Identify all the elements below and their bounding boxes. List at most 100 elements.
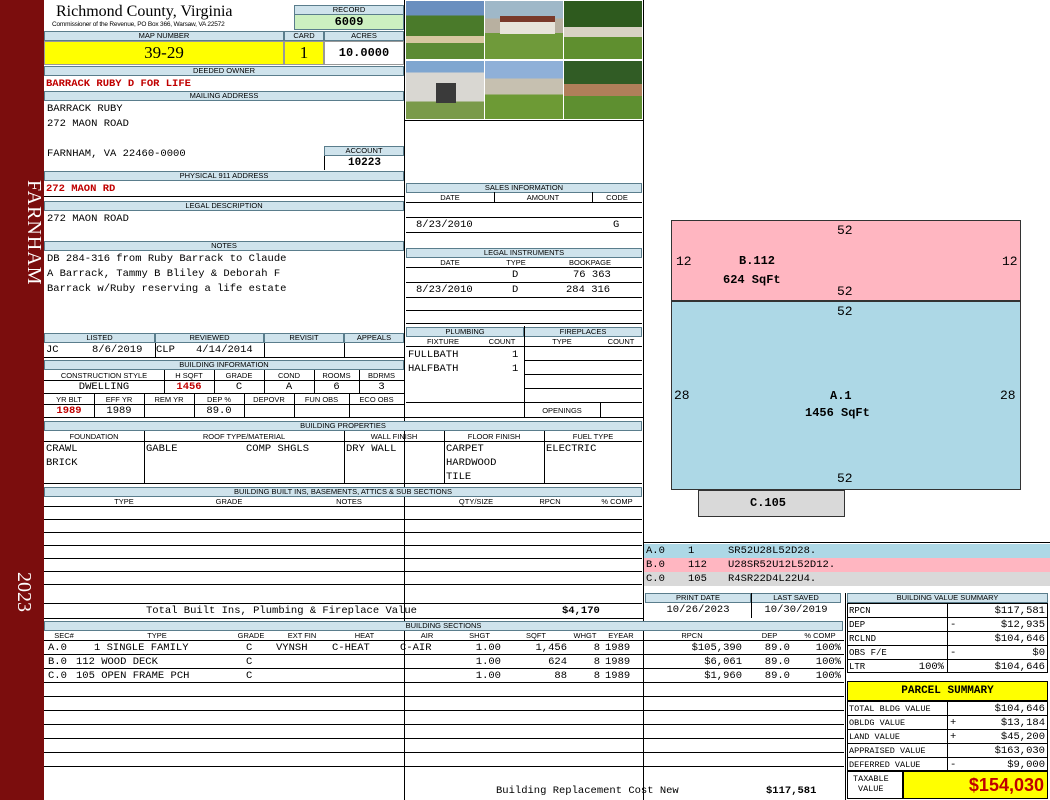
ps-tbv: $104,646: [994, 703, 1045, 715]
plumb-row1-count: 1: [512, 349, 519, 361]
built-ins-label: BUILDING BUILT INS, BASEMENTS, ATTICS & …: [44, 487, 642, 497]
sidebar: [0, 0, 44, 800]
legend-c-id: C.0: [646, 573, 665, 585]
props-col-foundation: FOUNDATION: [69, 432, 119, 441]
record-label: RECORD: [294, 5, 404, 15]
sec-col-heat: HEAT: [354, 631, 375, 640]
row-c-comp: 100%: [815, 670, 841, 682]
bvs-ltr: $104,646: [994, 661, 1045, 673]
row-b-type: 112 WOOD DECK: [76, 656, 158, 668]
row-b-comp: 100%: [815, 656, 841, 668]
row-b-shgt: 1.00: [475, 656, 501, 668]
reviewed-label: REVIEWED: [155, 333, 264, 343]
legal-description-label: LEGAL DESCRIPTION: [44, 201, 404, 211]
col-ecoobs: ECO OBS: [359, 395, 394, 404]
yr-built: 1989: [56, 405, 82, 417]
plumb-col-fixture: FIXTURE: [426, 337, 460, 346]
legend-a-num: 1: [688, 545, 695, 557]
card-label: CARD: [284, 31, 324, 41]
account-value: 10223: [324, 156, 404, 170]
ps-appraised: $163,030: [994, 745, 1045, 757]
legend-c-code: R4SR22D4L22U4.: [728, 573, 817, 585]
physical-address: 272 MAON RD: [46, 183, 116, 195]
eff-yr: 1989: [106, 405, 132, 417]
row-b-grade: C: [246, 656, 253, 668]
mail-line-3: FARNHAM, VA 22460-0000: [47, 148, 186, 160]
legend-b-num: 112: [688, 559, 707, 571]
col-depovr: DEPOVR: [253, 395, 285, 404]
row-a-type: 1 SINGLE FAMILY: [94, 642, 189, 654]
props-col-roof: ROOF TYPE/MATERIAL: [202, 432, 286, 441]
notes-line-1: DB 284-316 from Ruby Barrack to Claude: [47, 253, 287, 265]
sales-col-amount: AMOUNT: [526, 193, 560, 202]
row-a-heat: C-HEAT: [332, 642, 370, 654]
plumb-col-count: COUNT: [488, 337, 516, 346]
roof-material: COMP SHGLS: [246, 443, 310, 455]
bdrms: 3: [378, 381, 385, 393]
props-col-fuel: FUEL TYPE: [572, 432, 614, 441]
bvs-ltr-pct: 100%: [918, 661, 944, 673]
row-a-sqft: 1,456: [535, 642, 567, 654]
builtins-total-label: Total Built Ins, Plumbing & Fireplace Va…: [146, 605, 417, 617]
col-rooms: ROOMS: [322, 371, 351, 380]
row-a-sec: A.0: [48, 642, 67, 654]
card-number: 1: [284, 41, 324, 65]
col-effyr: EFF YR: [105, 395, 133, 404]
col-bdrms: BDRMS: [367, 371, 396, 380]
sec-col-air: AIR: [420, 631, 434, 640]
sec-col-type: TYPE: [147, 631, 167, 640]
sales-col-code: CODE: [606, 193, 628, 202]
mailing-address-label: MAILING ADDRESS: [44, 91, 404, 101]
bvs-rpcn: $117,581: [994, 605, 1045, 617]
revisit-label: REVISIT: [264, 333, 344, 343]
sale-date: 8/23/2010: [416, 219, 473, 231]
col-remyr: REM YR: [154, 395, 184, 404]
ps-tbv-label: TOTAL BLDG VALUE: [849, 704, 931, 714]
plumb-row2-count: 1: [512, 363, 519, 375]
li-row2-type: D: [512, 284, 519, 296]
row-b-sqft: 624: [548, 656, 567, 668]
plumbing-label: PLUMBING: [406, 327, 524, 337]
floor-finish-2: HARDWOOD: [446, 457, 497, 469]
map-label: MAP NUMBER: [44, 31, 284, 41]
row-b-rpcn: $6,061: [704, 656, 742, 668]
construction-style: DWELLING: [78, 381, 130, 393]
props-col-wall: WALL FINISH: [370, 432, 418, 441]
ps-land-label: LAND VALUE: [849, 732, 901, 742]
row-b-whgt: 8: [593, 656, 600, 668]
listed-date: 8/6/2019: [92, 344, 143, 356]
col-dep: DEP %: [206, 395, 232, 404]
print-date-label: PRINT DATE: [645, 593, 751, 603]
building-info-label: BUILDING INFORMATION: [44, 360, 404, 370]
row-a-comp: 100%: [815, 642, 841, 654]
bvs-obs: $0: [1032, 647, 1045, 659]
bi-col-notes: NOTES: [336, 497, 362, 506]
li-row2-book: 284 316: [566, 284, 611, 296]
col-construction-style: CONSTRUCTION STYLE: [60, 371, 148, 380]
col-grade: GRADE: [225, 371, 253, 380]
ps-deferred: $9,000: [1007, 759, 1045, 771]
appeals-label: APPEALS: [344, 333, 404, 343]
notes-label: NOTES: [44, 241, 404, 251]
sec-col-whgt: WHGT: [573, 631, 597, 640]
cond: A: [285, 381, 293, 393]
sketch-c-name: C.105: [750, 496, 787, 510]
bvs-rclnd-label: RCLND: [849, 634, 877, 644]
building-sections-label: BUILDING SECTIONS: [44, 621, 843, 631]
sketch-a-top-dim: 52: [837, 304, 853, 319]
hsqft: 1456: [176, 381, 202, 393]
print-date: 10/26/2023: [666, 604, 730, 616]
row-c-type: 105 OPEN FRAME PCH: [76, 670, 190, 682]
brcn-label: Building Replacement Cost New: [496, 785, 679, 797]
row-c-grade: C: [246, 670, 253, 682]
li-col-bookpage: BOOKPAGE: [569, 258, 611, 267]
listed-by: JC: [46, 344, 59, 356]
legal-instruments-label: LEGAL INSTRUMENTS: [406, 248, 642, 258]
li-col-type: TYPE: [506, 258, 526, 267]
sketch-b-right-dim: 12: [1002, 254, 1018, 269]
row-c-sqft: 88: [554, 670, 567, 682]
row-c-eyear: 1989: [605, 670, 631, 682]
bvs-ltr-label: LTR: [849, 662, 866, 672]
row-b-dep: 89.0: [764, 656, 790, 668]
sec-col-dep: DEP: [761, 631, 778, 640]
